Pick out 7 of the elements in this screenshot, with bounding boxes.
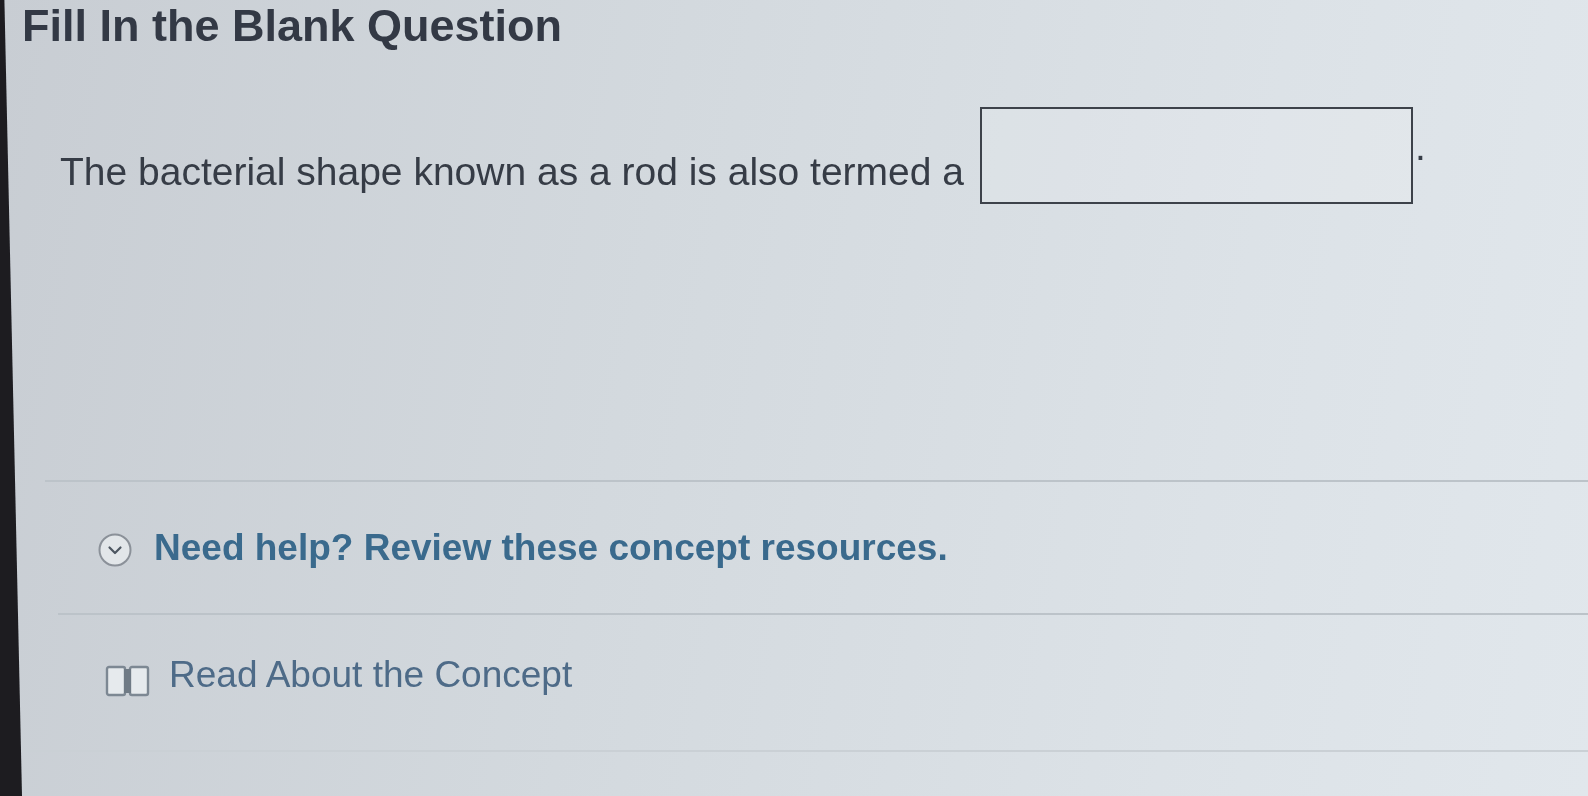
help-toggle-button[interactable]: Need help? Review these concept resources.: [98, 526, 948, 570]
question-text: .: [1415, 124, 1426, 170]
answer-box[interactable]: [980, 107, 1413, 204]
page-title: Fill In the Blank Question: [22, 0, 563, 52]
question-text: The bacterial shape known as a rod is also termed a: [60, 149, 964, 195]
book-icon: [105, 664, 150, 698]
read-concept-link[interactable]: Read About the Concept: [105, 652, 573, 698]
